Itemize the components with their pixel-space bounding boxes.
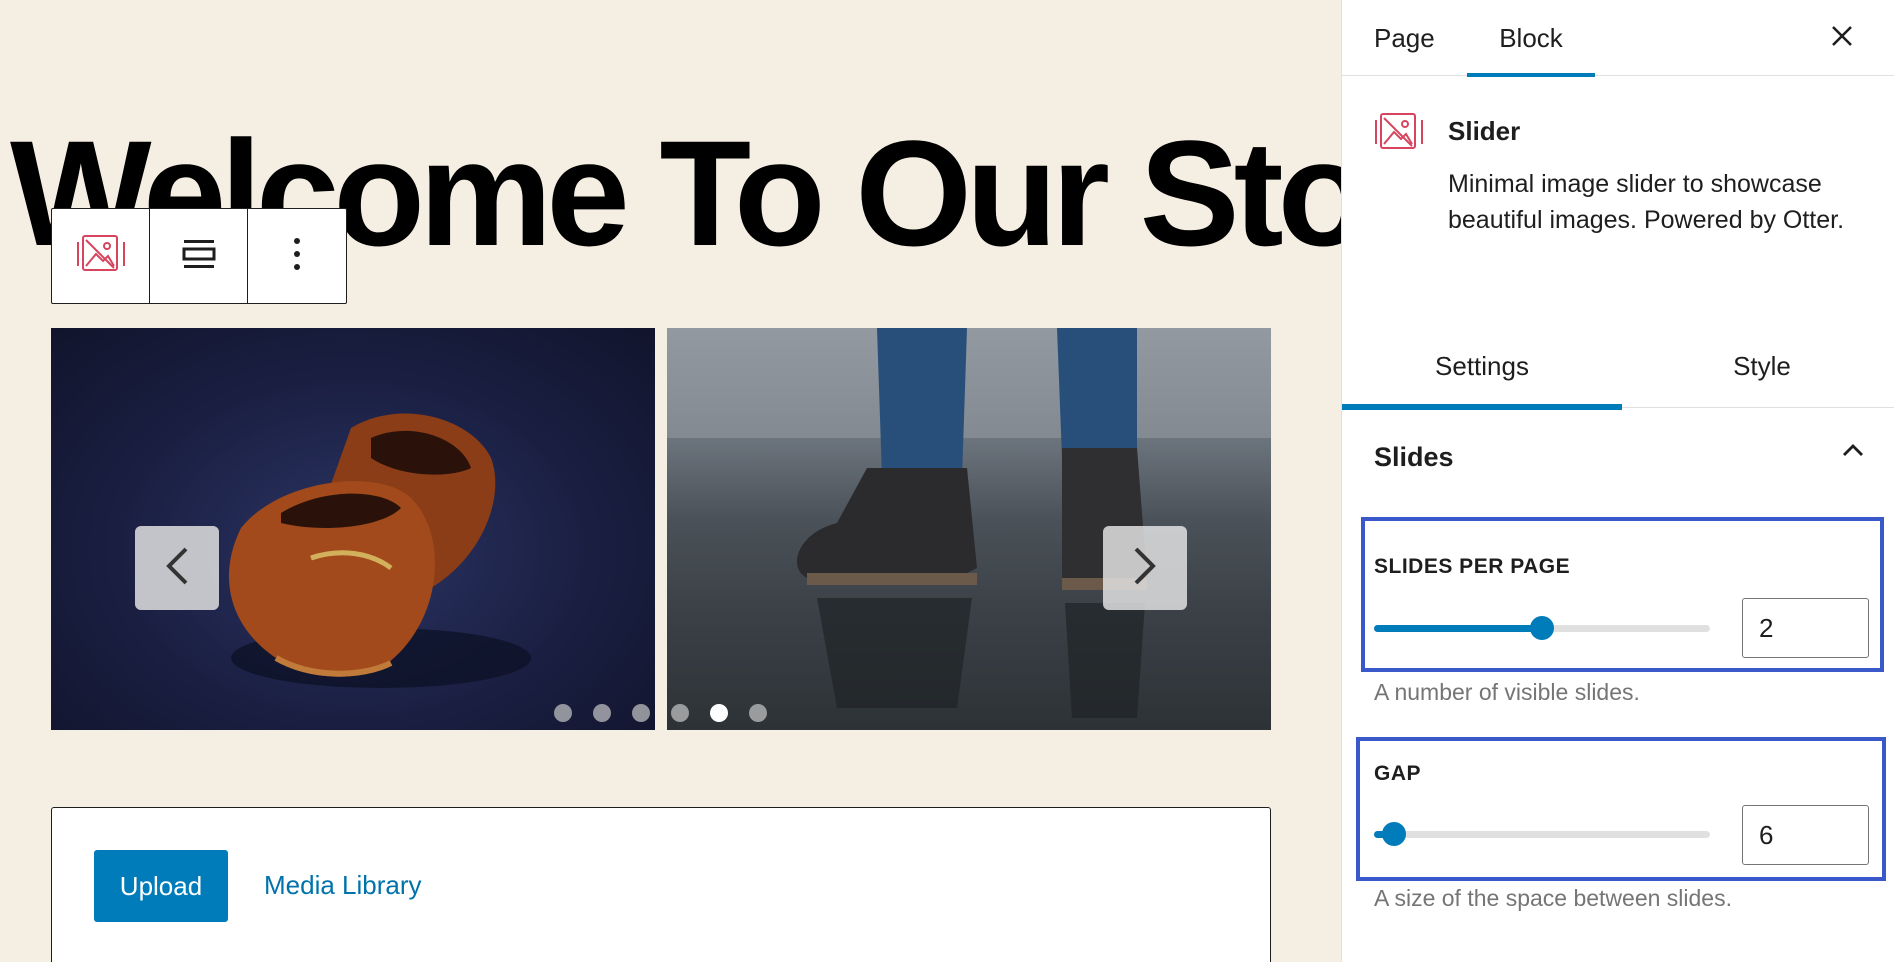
slider-pagination xyxy=(554,704,767,722)
slides-panel-toggle[interactable]: Slides xyxy=(1342,410,1894,506)
gap-slider[interactable] xyxy=(1374,822,1710,846)
block-toolbar xyxy=(51,208,347,304)
chevron-right-icon xyxy=(1132,546,1158,591)
slider-block-icon xyxy=(76,232,126,281)
block-description: Minimal image slider to showcase beautif… xyxy=(1448,170,1845,234)
slider-block-icon xyxy=(1374,110,1424,159)
sidebar-header: Page Block xyxy=(1342,0,1894,77)
align-full-width-icon xyxy=(182,237,216,276)
media-placeholder: Upload Media Library xyxy=(51,807,1271,962)
slider-dot[interactable] xyxy=(671,704,689,722)
block-type-button[interactable] xyxy=(52,209,150,303)
block-name: Slider xyxy=(1448,116,1521,146)
chevron-up-icon xyxy=(1840,438,1866,469)
slider-thumb[interactable] xyxy=(1530,616,1554,640)
slides-per-page-label: SLIDES PER PAGE xyxy=(1374,555,1571,578)
slider-dot[interactable] xyxy=(749,704,767,722)
image-slider[interactable] xyxy=(51,328,1271,730)
close-icon xyxy=(1830,24,1854,53)
gap-input[interactable] xyxy=(1742,805,1869,865)
slider-next-button[interactable] xyxy=(1103,526,1187,610)
settings-sidebar: Page Block Slider Minimal image slider t… xyxy=(1341,0,1894,962)
slides-per-page-help: A number of visible slides. xyxy=(1374,679,1640,705)
slider-thumb[interactable] xyxy=(1382,822,1406,846)
editor-canvas: Welcome To Our Store xyxy=(0,0,1341,962)
tab-style[interactable]: Style xyxy=(1622,324,1894,408)
tab-page[interactable]: Page xyxy=(1374,0,1435,76)
close-sidebar-button[interactable] xyxy=(1818,14,1866,62)
slider-prev-button[interactable] xyxy=(135,526,219,610)
chevron-left-icon xyxy=(164,546,190,591)
slider-dot[interactable] xyxy=(710,704,728,722)
gap-help: A size of the space between slides. xyxy=(1374,885,1732,911)
slider-fill xyxy=(1374,625,1542,632)
media-library-link[interactable]: Media Library xyxy=(264,870,422,901)
panel-title: Slides xyxy=(1374,442,1454,472)
gap-label: GAP xyxy=(1374,762,1422,785)
slider-dot[interactable] xyxy=(593,704,611,722)
inspector-tabs: Settings Style xyxy=(1342,324,1894,410)
slides-per-page-input[interactable] xyxy=(1742,598,1869,658)
align-button[interactable] xyxy=(150,209,248,303)
more-options-button[interactable] xyxy=(248,209,346,303)
slides-per-page-slider[interactable] xyxy=(1374,616,1710,640)
upload-button[interactable]: Upload xyxy=(94,850,228,922)
slider-dot[interactable] xyxy=(632,704,650,722)
tab-block[interactable]: Block xyxy=(1467,0,1595,77)
slider-dot[interactable] xyxy=(554,704,572,722)
more-vertical-icon xyxy=(292,237,302,276)
tab-settings[interactable]: Settings xyxy=(1342,324,1622,410)
